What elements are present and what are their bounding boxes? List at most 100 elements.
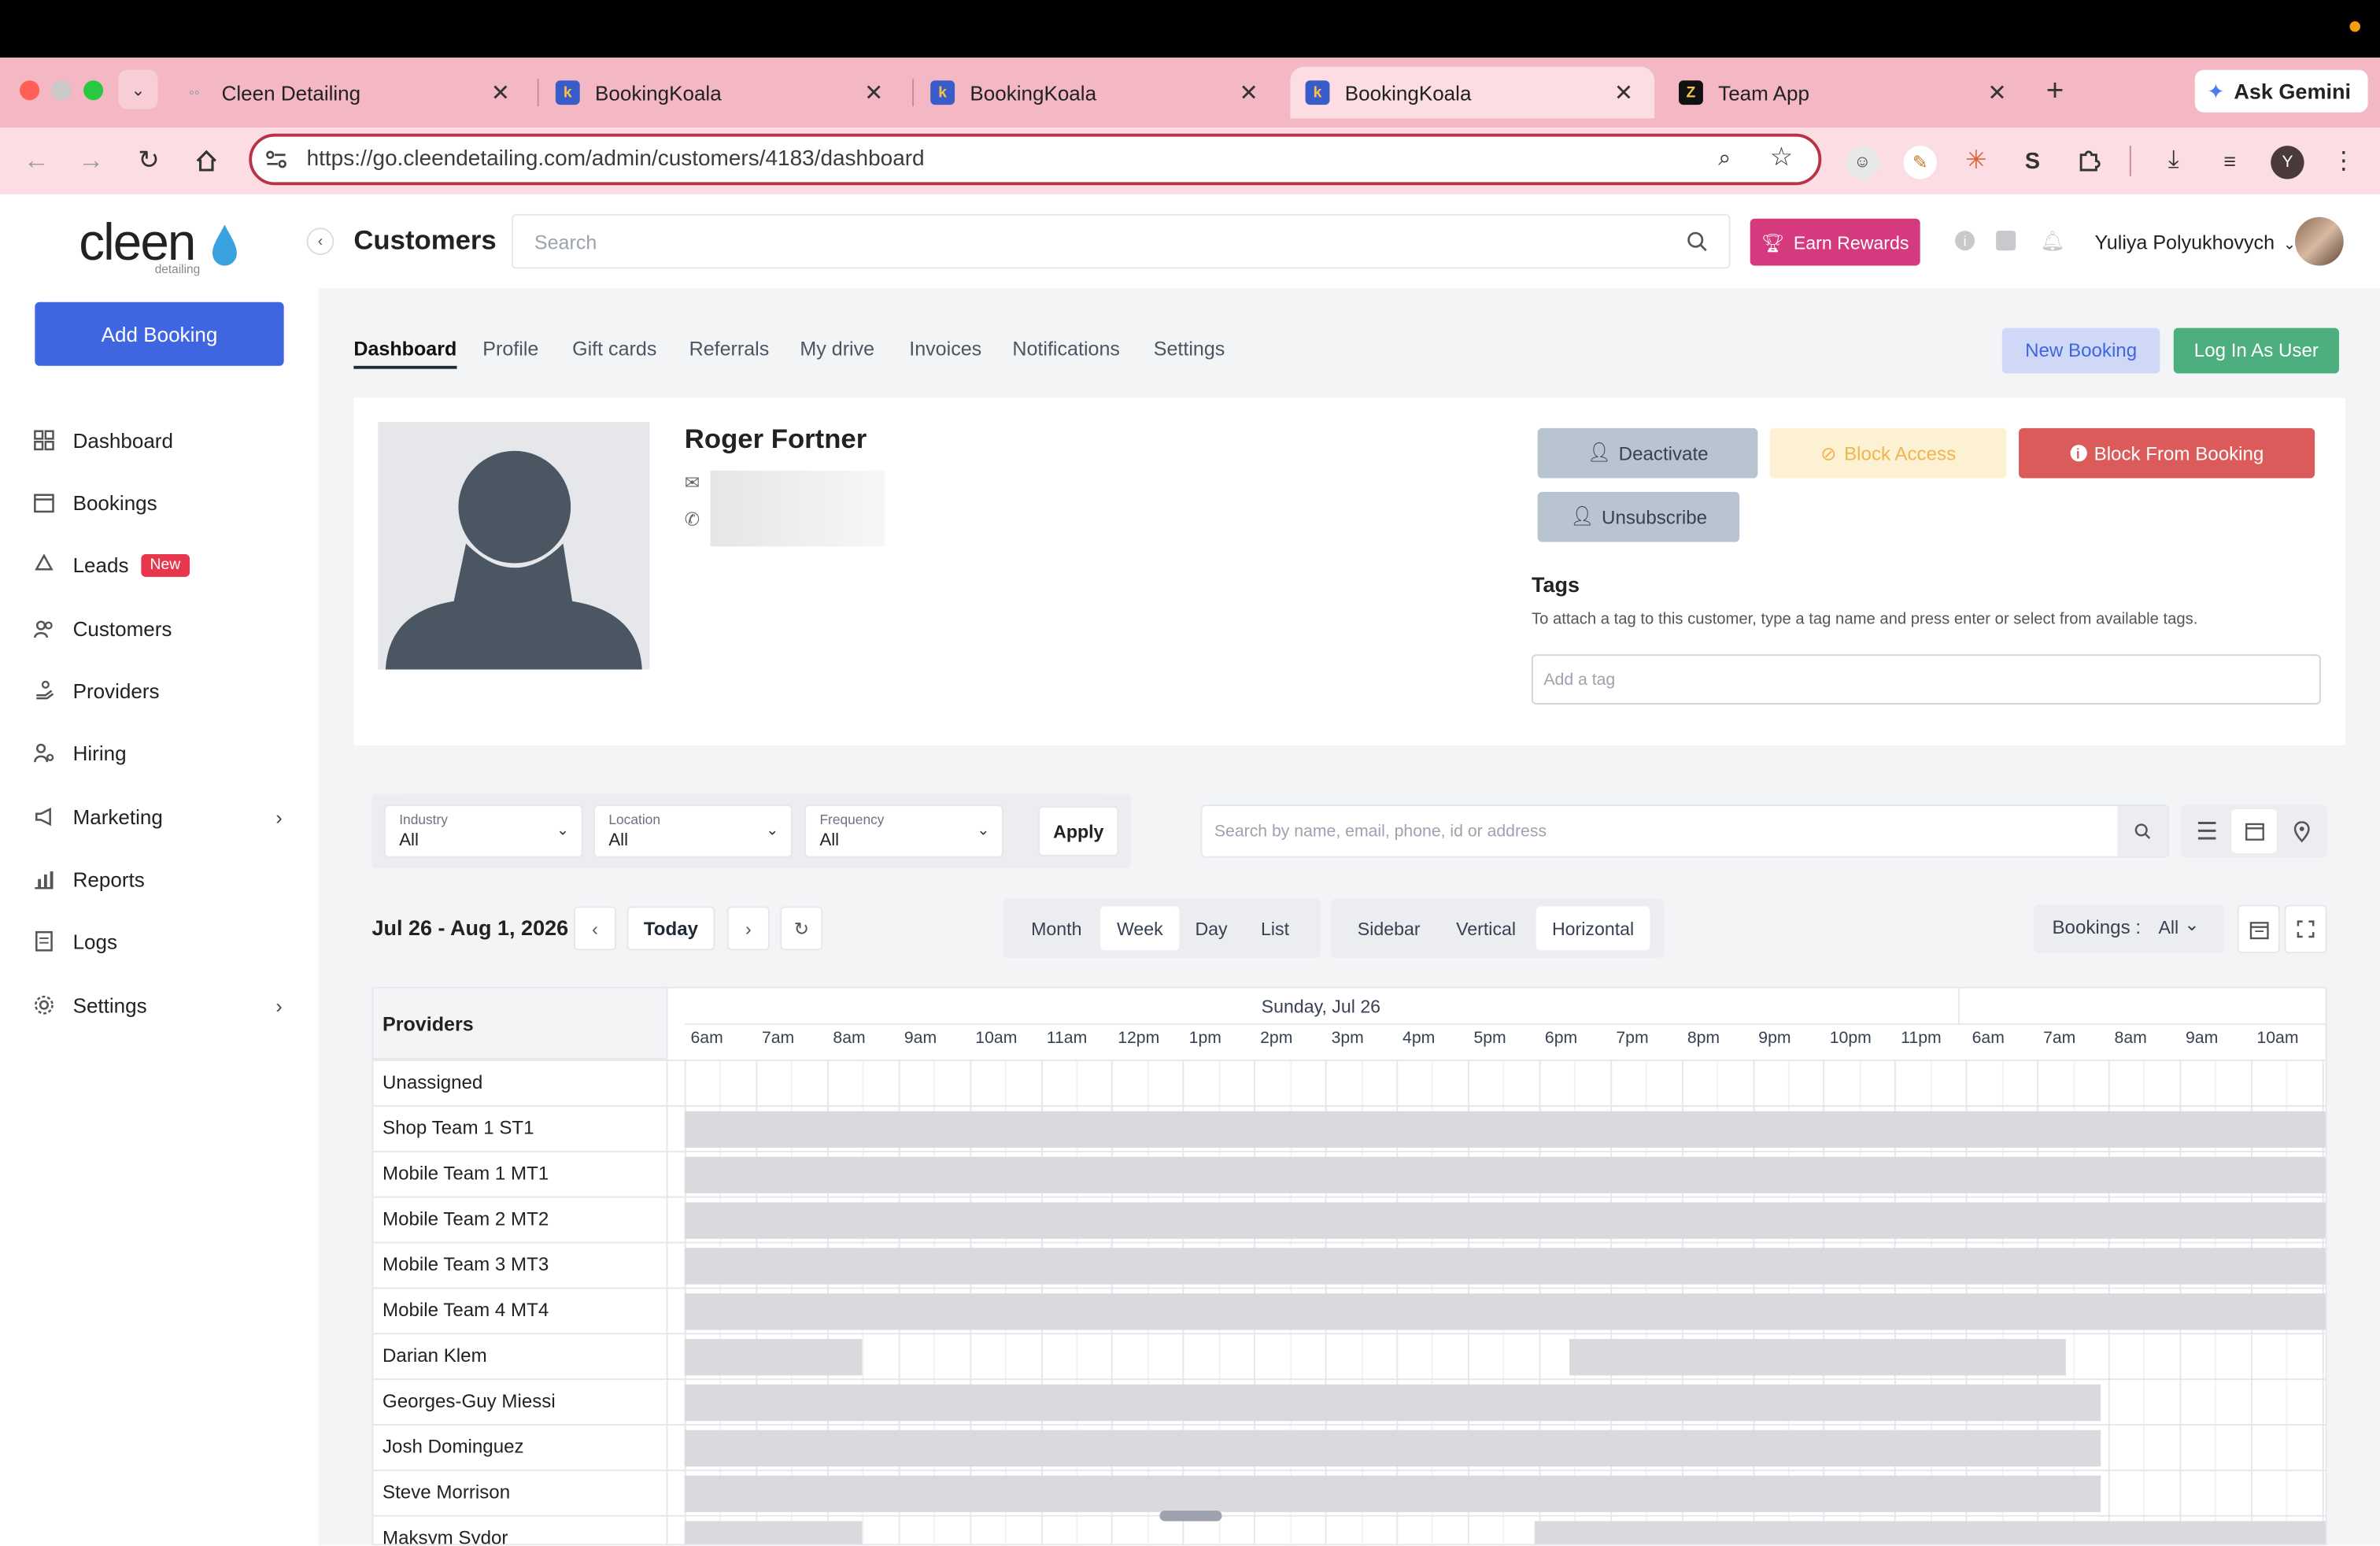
unsubscribe-button[interactable]: 👤︎ Unsubscribe <box>1537 491 1740 542</box>
extension-burst-icon[interactable]: ✳ <box>1961 146 1992 176</box>
horizontal-scrollbar-thumb[interactable] <box>1159 1510 1222 1522</box>
zoom-magnifier-icon[interactable]: ⌕ <box>1718 146 1731 172</box>
sidebar-item-customers[interactable]: Customers <box>33 607 291 649</box>
sidebar-item-reports[interactable]: Reports <box>33 858 291 901</box>
ask-gemini-button[interactable]: ✦ Ask Gemini <box>2194 69 2368 113</box>
tab-notifications[interactable]: Notifications <box>1012 337 1120 360</box>
browser-menu-icon[interactable]: ⋮ <box>2328 146 2359 176</box>
layout-sidebar-button[interactable]: Sidebar <box>1343 906 1435 950</box>
zoom-window-button[interactable] <box>83 80 104 101</box>
add-booking-button[interactable]: Add Booking <box>35 301 284 366</box>
provider-row[interactable]: Darian Klem <box>373 1333 2326 1378</box>
view-month-button[interactable]: Month <box>1015 906 1097 950</box>
provider-row[interactable]: Mobile Team 2 MT2 <box>373 1196 2326 1242</box>
browser-tab[interactable]: k BookingKoala ✕ <box>541 67 905 119</box>
building-icon[interactable] <box>1996 231 2016 251</box>
close-tab-icon[interactable]: ✕ <box>864 79 883 106</box>
view-week-button[interactable]: Week <box>1100 906 1180 951</box>
unavailable-block[interactable] <box>684 1293 2326 1330</box>
home-icon[interactable] <box>191 146 222 176</box>
search-icon[interactable] <box>2117 806 2168 856</box>
list-view-icon[interactable]: ☰ <box>2184 809 2230 853</box>
collapse-sidebar-chevron-icon[interactable]: ‹ <box>306 227 334 256</box>
provider-row[interactable]: Mobile Team 3 MT3 <box>373 1241 2326 1288</box>
sidebar-item-settings[interactable]: Settings › <box>33 984 291 1026</box>
new-booking-button[interactable]: New Booking <box>2001 327 2160 374</box>
deactivate-button[interactable]: 👤︎ Deactivate <box>1537 427 1758 479</box>
profile-avatar-icon[interactable]: Y <box>2271 146 2304 179</box>
address-bar[interactable]: https://go.cleendetailing.com/admin/cust… <box>249 133 1822 186</box>
unavailable-block[interactable] <box>684 1429 2101 1467</box>
tab-my-drive[interactable]: My drive <box>800 337 874 360</box>
provider-row[interactable]: Mobile Team 1 MT1 <box>373 1150 2326 1196</box>
add-tag-input[interactable]: Add a tag <box>1531 654 2321 705</box>
location-select[interactable]: Location All ⌄ <box>593 804 793 858</box>
layout-horizontal-button[interactable]: Horizontal <box>1536 906 1650 951</box>
close-window-button[interactable] <box>20 80 40 101</box>
url-text[interactable]: https://go.cleendetailing.com/admin/cust… <box>307 147 925 172</box>
calendar-settings-icon[interactable] <box>2237 904 2280 954</box>
unavailable-block[interactable] <box>684 1521 863 1544</box>
tab-dashboard[interactable]: Dashboard <box>353 337 457 369</box>
user-menu[interactable]: Yuliya Polyukhovych ⌄ <box>2094 231 2296 253</box>
unavailable-block[interactable] <box>684 1111 2326 1148</box>
download-icon[interactable]: ⤓ <box>2158 146 2189 176</box>
tab-gift-cards[interactable]: Gift cards <box>572 337 656 360</box>
close-tab-icon[interactable]: ✕ <box>1614 79 1633 106</box>
bookmark-star-icon[interactable]: ☆ <box>1770 142 1793 173</box>
sidebar-item-providers[interactable]: Providers <box>33 670 291 712</box>
calendar-view-icon[interactable] <box>2231 808 2277 853</box>
user-avatar[interactable] <box>2295 216 2344 266</box>
provider-row[interactable]: Georges-Guy Miessi <box>373 1378 2326 1424</box>
minimize-window-button[interactable] <box>51 80 72 101</box>
site-settings-icon[interactable] <box>264 147 289 172</box>
block-from-booking-button[interactable]: i Block From Booking <box>2019 427 2315 479</box>
unavailable-block[interactable] <box>684 1384 2101 1422</box>
previous-week-chevron-icon[interactable]: ‹ <box>574 906 617 951</box>
booking-search-input[interactable]: Search by name, email, phone, id or addr… <box>1200 804 2169 858</box>
close-tab-icon[interactable]: ✕ <box>491 79 510 106</box>
close-tab-icon[interactable]: ✕ <box>1240 79 1258 106</box>
log-in-as-user-button[interactable]: Log In As User <box>2173 327 2339 374</box>
sidebar-item-bookings[interactable]: Bookings <box>33 481 291 523</box>
fullscreen-icon[interactable] <box>2284 904 2327 954</box>
reload-icon[interactable]: ↻ <box>134 146 164 176</box>
sidebar-item-hiring[interactable]: Hiring <box>33 732 291 775</box>
sidebar-item-leads[interactable]: Leads New <box>33 543 291 586</box>
tab-profile[interactable]: Profile <box>482 337 538 360</box>
unavailable-block[interactable] <box>1534 1521 2326 1544</box>
unavailable-block[interactable] <box>684 1156 2326 1193</box>
back-arrow-icon[interactable]: ← <box>21 146 52 176</box>
unavailable-block[interactable] <box>684 1475 2101 1512</box>
unavailable-block[interactable] <box>1569 1339 2066 1376</box>
provider-row[interactable]: Shop Team 1 ST1 <box>373 1105 2326 1151</box>
provider-row[interactable]: Maksym Sydor <box>373 1515 2326 1544</box>
new-tab-plus-icon[interactable]: + <box>2046 75 2064 109</box>
cleen-logo[interactable]: cleen detailing <box>79 214 200 276</box>
browser-tab[interactable]: ◦◦ Cleen Detailing ✕ <box>167 67 531 119</box>
bell-icon[interactable]: 🔔︎ <box>2040 229 2065 253</box>
provider-row[interactable]: Josh Dominguez <box>373 1424 2326 1470</box>
industry-select[interactable]: Industry All ⌄ <box>383 804 583 858</box>
tab-invoices[interactable]: Invoices <box>909 337 981 360</box>
media-queue-icon[interactable]: ≡ <box>2215 146 2245 176</box>
sidebar-item-dashboard[interactable]: Dashboard <box>33 419 291 461</box>
info-icon[interactable]: i <box>1955 231 1975 251</box>
browser-tab[interactable]: k BookingKoala ✕ <box>915 67 1280 119</box>
sidebar-item-logs[interactable]: Logs <box>33 920 291 963</box>
unavailable-block[interactable] <box>684 1339 863 1376</box>
view-list-button[interactable]: List <box>1244 906 1307 950</box>
layout-vertical-button[interactable]: Vertical <box>1440 906 1532 950</box>
map-pin-icon[interactable] <box>2278 809 2324 853</box>
extension-face-icon[interactable]: ☺ <box>1846 146 1879 179</box>
search-icon[interactable] <box>1687 231 1708 252</box>
bookings-filter-dropdown[interactable]: Bookings : All ⌄ <box>2034 904 2224 954</box>
tab-search-chevron-icon[interactable]: ⌄ <box>118 69 158 109</box>
global-search-input[interactable]: Search <box>511 213 1731 269</box>
tab-settings[interactable]: Settings <box>1154 337 1225 360</box>
next-week-chevron-icon[interactable]: › <box>726 906 770 951</box>
provider-row[interactable]: Unassigned <box>373 1060 2326 1105</box>
extension-pen-icon[interactable]: ✎ <box>1903 146 1937 179</box>
unavailable-block[interactable] <box>684 1248 2326 1285</box>
block-access-button[interactable]: ⊘ Block Access <box>1769 427 2007 479</box>
